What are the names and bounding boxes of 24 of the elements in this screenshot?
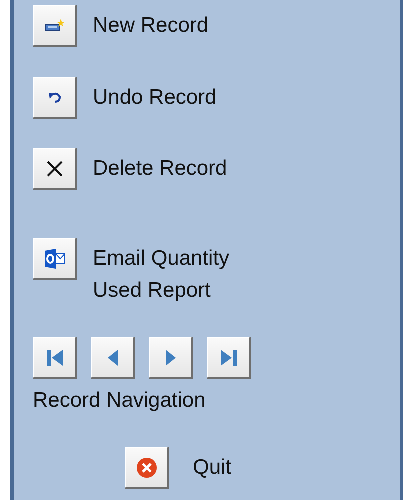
- undo-button[interactable]: [33, 77, 77, 119]
- last-record-button[interactable]: [207, 337, 251, 379]
- first-record-button[interactable]: [33, 337, 77, 379]
- close-icon: [136, 456, 158, 478]
- new-record-icon: [44, 18, 64, 34]
- quit-button[interactable]: [125, 447, 169, 489]
- next-record-button[interactable]: [149, 337, 193, 379]
- delete-icon: [46, 160, 64, 178]
- first-record-icon: [46, 348, 64, 366]
- undo-label: Undo Record: [93, 85, 217, 111]
- last-record-icon: [220, 348, 238, 366]
- undo-icon: [48, 92, 62, 104]
- new-label: New Record: [93, 13, 209, 39]
- mail-app-icon: [44, 248, 66, 270]
- previous-record-icon: [108, 350, 118, 366]
- new-button[interactable]: [33, 5, 77, 47]
- previous-record-button[interactable]: [91, 337, 135, 379]
- email-label: Email Quantity Used Report: [93, 246, 231, 304]
- email-button[interactable]: [33, 238, 77, 280]
- quit-label: Quit: [193, 456, 232, 480]
- navigation-label: Record Navigation: [33, 389, 207, 413]
- delete-button[interactable]: [33, 148, 77, 190]
- delete-label: Delete Record: [93, 156, 228, 182]
- next-record-icon: [166, 350, 176, 366]
